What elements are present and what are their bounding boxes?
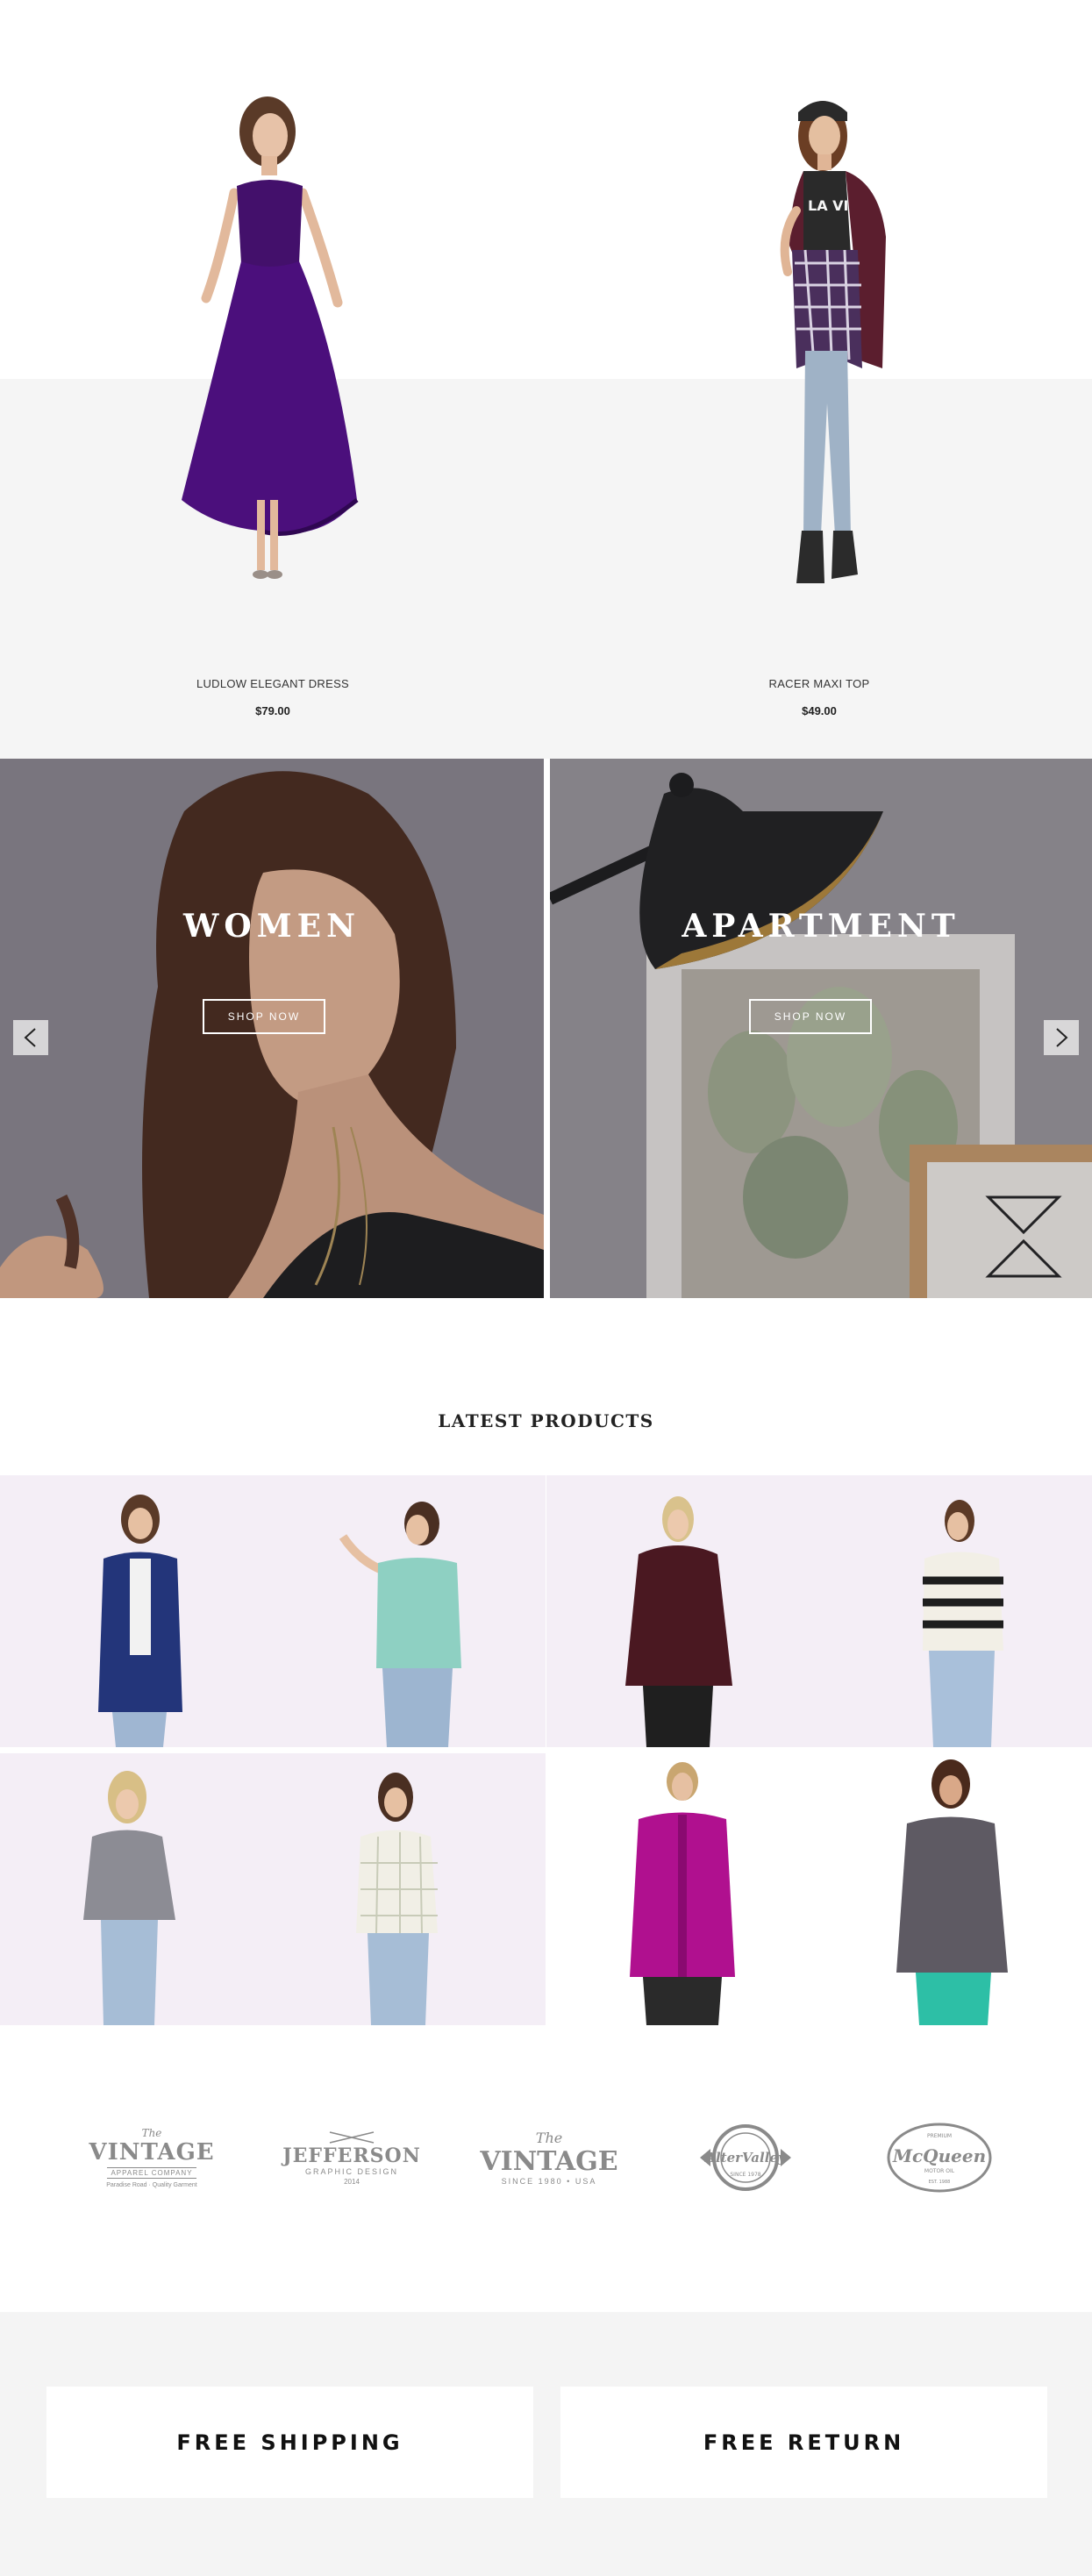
- latest-products-grid: [0, 1475, 1092, 2025]
- featured-products: LUDLOW ELEGANT DRESS $79.00 LA VIE RACER…: [0, 0, 1092, 759]
- magenta-jacket-model-image: [630, 1762, 735, 2025]
- shop-now-button[interactable]: SHOP NOW: [203, 999, 325, 1034]
- brand-line: GRAPHIC DESIGN: [304, 2166, 398, 2176]
- brand-line: PREMIUM: [927, 2133, 952, 2139]
- brand-line: AlterValley: [703, 2150, 787, 2166]
- mint-shirt-model-image: [339, 1502, 461, 1747]
- brand-logo-jefferson[interactable]: JEFFERSON GRAPHIC DESIGN 2014: [282, 2114, 420, 2201]
- product-card-racer-top[interactable]: LA VIE RACER MAXI TOP $49.00: [546, 0, 1092, 759]
- service-label: FREE RETURN: [703, 2430, 905, 2455]
- shop-now-button[interactable]: SHOP NOW: [749, 999, 872, 1034]
- latest-products-title: LATEST PRODUCTS: [438, 1410, 654, 1431]
- brand-line: MOTOR OIL: [924, 2168, 955, 2174]
- product-tile[interactable]: [273, 1475, 546, 1747]
- services-section: FREE SHIPPING FREE RETURN: [0, 2312, 1092, 2576]
- badge-icon: AlterValley SINCE 1978: [700, 2124, 791, 2191]
- grey-tee-model-image: [83, 1771, 175, 2025]
- brand-logo-altervalley[interactable]: AlterValley SINCE 1978: [684, 2114, 807, 2201]
- chevron-left-icon[interactable]: [13, 1020, 48, 1055]
- brand-line: APPAREL COMPANY: [107, 2167, 196, 2179]
- brand-line: The: [141, 2127, 162, 2139]
- product-price: $79.00: [255, 704, 290, 717]
- brand-line: 2014: [344, 2177, 360, 2186]
- navy-blazer-model-image: [98, 1495, 182, 1747]
- product-tile[interactable]: [273, 1753, 546, 2025]
- category-banners: WOMEN SHOP NOW APARTMENT SHOP NOW: [0, 759, 1092, 1298]
- oval-badge-icon: PREMIUM McQueen MOTOR OIL EST. 1988: [887, 2123, 992, 2193]
- brand-line: SINCE 1980 • USA: [501, 2177, 597, 2186]
- product-image-purple-dress[interactable]: [127, 88, 390, 614]
- banner-apartment[interactable]: APARTMENT SHOP NOW: [550, 759, 1092, 1298]
- plaid-shirt-model-image: [356, 1773, 438, 2025]
- brand-logos: The VINTAGE APPAREL COMPANY Paradise Roa…: [0, 2087, 1092, 2219]
- brand-logo-mcqueen[interactable]: PREMIUM McQueen MOTOR OIL EST. 1988: [878, 2114, 1001, 2201]
- banner-title: WOMEN: [183, 908, 360, 945]
- free-shipping-card[interactable]: FREE SHIPPING: [46, 2387, 533, 2498]
- banner-title: APARTMENT: [682, 908, 960, 945]
- product-card-ludlow-dress[interactable]: LUDLOW ELEGANT DRESS $79.00: [0, 0, 546, 759]
- brand-line: SINCE 1978: [730, 2172, 760, 2178]
- banner-women[interactable]: WOMEN SHOP NOW: [0, 759, 544, 1298]
- chevron-right-icon[interactable]: [1044, 1020, 1079, 1055]
- product-tile[interactable]: [819, 1475, 1092, 1747]
- product-image-racer-top[interactable]: LA VIE: [691, 88, 954, 614]
- brand-line: McQueen: [892, 2145, 986, 2166]
- crossed-arrows-icon: [329, 2130, 375, 2144]
- striped-sweater-model-image: [923, 1500, 1003, 1747]
- grey-pullover-model-image: [896, 1759, 1008, 2025]
- brand-logo-vintage-usa[interactable]: The VINTAGE SINCE 1980 • USA: [480, 2114, 617, 2201]
- brand-line: Paradise Road · Quality Garment: [106, 2182, 197, 2188]
- product-name[interactable]: RACER MAXI TOP: [546, 677, 1092, 690]
- brand-line: VINTAGE: [480, 2146, 618, 2177]
- service-label: FREE SHIPPING: [176, 2430, 403, 2455]
- brand-line: VINTAGE: [89, 2139, 215, 2166]
- brand-line: JEFFERSON: [282, 2144, 421, 2167]
- product-tile[interactable]: [0, 1475, 273, 1747]
- free-return-card[interactable]: FREE RETURN: [560, 2387, 1047, 2498]
- brand-logo-vintage-apparel[interactable]: The VINTAGE APPAREL COMPANY Paradise Roa…: [89, 2114, 215, 2201]
- product-tile[interactable]: [819, 1753, 1092, 2025]
- product-tile[interactable]: [0, 1753, 273, 2025]
- burgundy-sweater-model-image: [625, 1496, 732, 1747]
- product-tile[interactable]: [546, 1753, 819, 2025]
- brand-line: The: [535, 2130, 563, 2146]
- brand-line: EST. 1988: [929, 2180, 951, 2185]
- product-tile[interactable]: [546, 1475, 819, 1747]
- product-price: $49.00: [802, 704, 837, 717]
- product-name[interactable]: LUDLOW ELEGANT DRESS: [0, 677, 546, 690]
